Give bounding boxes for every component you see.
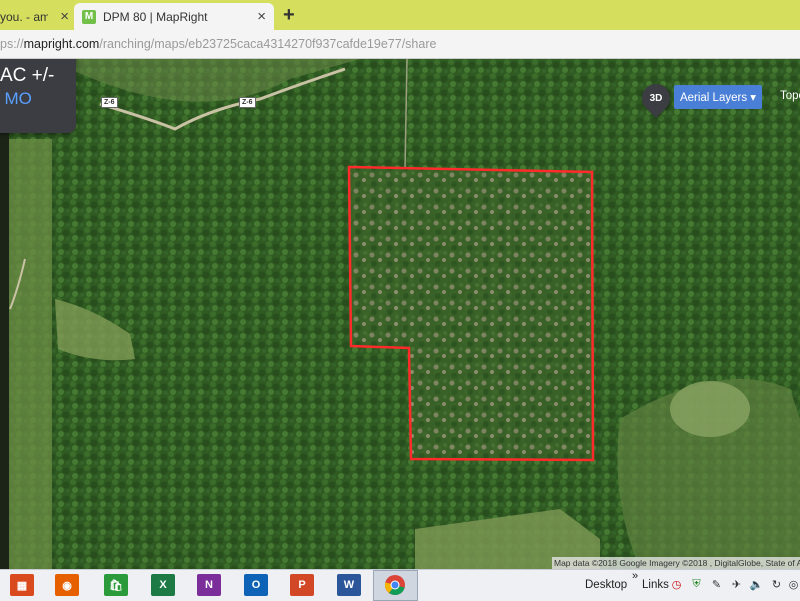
close-icon[interactable]: × bbox=[257, 8, 266, 25]
new-tab-button[interactable]: + bbox=[283, 4, 295, 27]
chrome-logo bbox=[384, 575, 405, 596]
road-label: Z-6 bbox=[239, 97, 256, 108]
chrome-icon[interactable] bbox=[383, 574, 407, 596]
tab-title: you. - amyd bbox=[0, 9, 48, 24]
3d-label: 3D bbox=[649, 92, 663, 104]
aerial-imagery bbox=[0, 59, 800, 569]
tab-active[interactable]: M DPM 80 | MapRight × bbox=[74, 3, 274, 30]
firefox-icon[interactable]: ◉ bbox=[55, 574, 79, 596]
tray-app-icon[interactable]: ↻ bbox=[770, 578, 783, 591]
location-subtitle: , MO bbox=[0, 89, 32, 108]
onenote-icon[interactable]: N bbox=[197, 574, 221, 596]
close-icon[interactable]: × bbox=[60, 8, 69, 25]
url-path: /ranching/maps/eb23725caca4314270f937caf… bbox=[99, 37, 437, 51]
3d-button[interactable]: 3D bbox=[636, 78, 676, 118]
store-icon[interactable]: 🛍 bbox=[104, 574, 128, 596]
powerpoint-icon[interactable]: P bbox=[290, 574, 314, 596]
windows-media-center-icon[interactable]: ▦ bbox=[10, 574, 34, 596]
property-info-card[interactable]: AC +/- , MO bbox=[0, 59, 76, 133]
tab-strip: you. - amyd × M DPM 80 | MapRight × + bbox=[0, 0, 800, 30]
url-prefix: ps:// bbox=[0, 37, 24, 51]
tray-app-icon[interactable]: ◎ bbox=[787, 578, 800, 591]
links-toolbar[interactable]: Links bbox=[642, 579, 669, 591]
desktop-toolbar[interactable]: Desktop bbox=[585, 579, 627, 591]
topo-layer-button[interactable]: Topo bbox=[780, 90, 800, 102]
aerial-layers-dropdown[interactable]: Aerial Layers ▾ bbox=[674, 85, 762, 109]
tray-app-icon[interactable]: ✎ bbox=[710, 578, 723, 591]
url-text: ps://mapright.com/ranching/maps/eb23725c… bbox=[0, 37, 436, 51]
tray-shield-icon[interactable]: ⛨ bbox=[690, 578, 703, 591]
tab-inactive[interactable]: you. - amyd × bbox=[0, 3, 73, 30]
tab-title: DPM 80 | MapRight bbox=[103, 9, 208, 24]
toolbar-overflow-icon[interactable]: » bbox=[632, 570, 638, 582]
satellite-map[interactable]: Z-6 Z-6 AC +/- , MO 3D Aerial Layers ▾ T… bbox=[0, 59, 800, 569]
road-label: Z-6 bbox=[101, 97, 118, 108]
map-attribution: Map data ©2018 Google Imagery ©2018 , Di… bbox=[552, 557, 800, 569]
outlook-icon[interactable]: O bbox=[244, 574, 268, 596]
windows-taskbar: ▦ ◉ 🛍 X N O P W » Desktop Links ◷ ⛨ ✎ ✈ … bbox=[0, 569, 800, 601]
tray-app-icon[interactable]: ◷ bbox=[670, 578, 683, 591]
acreage-title: AC +/- bbox=[0, 65, 55, 86]
tray-app-icon[interactable]: ✈ bbox=[730, 578, 743, 591]
url-host: mapright.com bbox=[23, 37, 100, 51]
mapright-favicon-icon: M bbox=[82, 9, 96, 24]
address-bar[interactable]: ps://mapright.com/ranching/maps/eb23725c… bbox=[0, 30, 800, 59]
excel-icon[interactable]: X bbox=[151, 574, 175, 596]
word-icon[interactable]: W bbox=[337, 574, 361, 596]
volume-icon[interactable]: 🔈 bbox=[750, 578, 764, 591]
